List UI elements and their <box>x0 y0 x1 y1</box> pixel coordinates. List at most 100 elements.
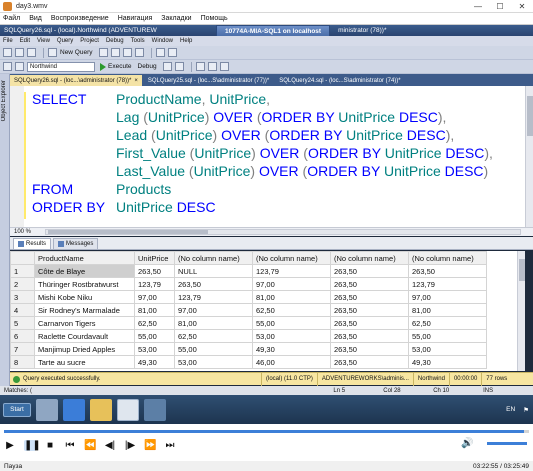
step-forward-icon[interactable]: |▶ <box>124 440 136 451</box>
next-icon[interactable]: ⏭ <box>164 440 176 451</box>
table-cell[interactable]: 53,00 <box>174 355 253 369</box>
powershell-icon[interactable] <box>63 398 85 421</box>
new-project-icon[interactable] <box>3 48 12 57</box>
table-cell[interactable]: 81,00 <box>408 303 487 317</box>
change-connection-icon[interactable] <box>15 62 24 71</box>
table-cell[interactable]: 55,00 <box>408 329 487 343</box>
ssms-menu-help[interactable]: Help <box>180 38 192 44</box>
table-cell[interactable]: Manjimup Dried Apples <box>34 342 135 356</box>
language-indicator[interactable]: EN <box>506 406 515 413</box>
save-icon[interactable] <box>27 48 36 57</box>
pause-icon[interactable]: ❚❚ <box>24 439 41 451</box>
table-cell[interactable]: 123,79 <box>252 264 331 278</box>
table-cell[interactable]: 49,30 <box>252 342 331 356</box>
ssms-menu-debug[interactable]: Debug <box>106 38 124 44</box>
table-cell[interactable]: 53,00 <box>134 342 175 356</box>
table-cell[interactable]: 46,00 <box>252 355 331 369</box>
table-cell[interactable]: 97,00 <box>174 303 253 317</box>
ssms-menu-project[interactable]: Project <box>80 38 99 44</box>
table-row[interactable]: 1 Côte de Blaye 263,50 NULL 123,79 263,50 263,… <box>10 264 487 278</box>
menu-view[interactable]: Вид <box>29 15 42 22</box>
db-engine-query-icon[interactable] <box>98 48 108 57</box>
start-button[interactable]: Start <box>3 402 31 417</box>
flag-icon[interactable]: ⚑ <box>523 406 529 414</box>
table-cell[interactable]: 263,50 <box>330 355 409 369</box>
table-cell[interactable]: 263,50 <box>330 264 409 278</box>
column-header[interactable]: ProductName <box>34 251 135 265</box>
table-cell[interactable]: 263,50 <box>330 277 409 291</box>
row-number[interactable]: 4 <box>10 303 35 317</box>
table-row[interactable]: 3 Mishi Kobe Niku 97,00 123,79 81,00 263,50 97… <box>10 290 487 304</box>
results-grid[interactable]: ProductName UnitPrice (No column name) (No … <box>10 251 517 371</box>
editor-vertical-scrollbar[interactable] <box>525 86 533 227</box>
column-header[interactable] <box>10 251 35 265</box>
editor-horizontal-scrollbar[interactable] <box>45 229 521 235</box>
column-header[interactable]: UnitPrice <box>134 251 175 265</box>
table-cell[interactable]: 62,50 <box>252 303 331 317</box>
copy-icon[interactable] <box>122 48 132 57</box>
table-cell[interactable]: 62,50 <box>134 316 175 330</box>
remote-desktop-icon[interactable] <box>144 398 166 421</box>
table-row[interactable]: 8 Tarte au sucre 49,30 53,00 46,00 263,50 49,3… <box>10 355 487 369</box>
execute-button[interactable]: Execute <box>108 63 132 70</box>
close-tab-icon[interactable]: × <box>134 78 138 84</box>
row-number[interactable]: 5 <box>10 316 35 330</box>
row-number[interactable]: 7 <box>10 342 35 356</box>
scrollbar-thumb[interactable] <box>48 230 209 234</box>
stop-icon[interactable]: ■ <box>44 440 56 451</box>
connect-icon[interactable] <box>3 62 12 71</box>
table-cell[interactable]: 49,30 <box>134 355 175 369</box>
row-number[interactable]: 6 <box>10 329 35 343</box>
table-cell[interactable]: 62,50 <box>174 329 253 343</box>
table-row[interactable]: 5 Carnarvon Tigers 62,50 81,00 55,00 263,50 62… <box>10 316 487 330</box>
previous-icon[interactable]: ⏮ <box>64 440 76 451</box>
table-cell[interactable]: NULL <box>174 264 253 278</box>
step-back-icon[interactable]: ◀| <box>104 440 116 451</box>
paste-icon[interactable] <box>134 48 144 57</box>
table-cell[interactable]: Tarte au sucre <box>34 355 135 369</box>
scrollbar-thumb[interactable] <box>519 259 525 281</box>
column-header[interactable]: (No column name) <box>408 251 487 265</box>
table-cell[interactable]: 97,00 <box>252 277 331 291</box>
scrollbar-thumb[interactable] <box>527 96 533 136</box>
table-cell[interactable]: 263,50 <box>174 277 253 291</box>
analysis-query-icon[interactable] <box>110 48 120 57</box>
doc-tab-sqlquery26[interactable]: SQLQuery26.sql - (loc...\administrator (… <box>10 75 142 86</box>
table-cell[interactable]: Thüringer Rostbratwurst <box>34 277 135 291</box>
play-icon[interactable]: ▶ <box>4 440 16 451</box>
table-cell[interactable]: 263,50 <box>408 264 487 278</box>
redo-icon[interactable] <box>167 48 177 57</box>
ssms-menu-tools[interactable]: Tools <box>131 38 145 44</box>
close-icon[interactable]: ✕ <box>511 2 533 11</box>
table-cell[interactable]: 49,30 <box>408 355 487 369</box>
table-cell[interactable]: 263,50 <box>330 329 409 343</box>
rewind-icon[interactable]: ⏪ <box>84 440 96 451</box>
table-cell[interactable]: 263,50 <box>330 290 409 304</box>
ssms-menu-window[interactable]: Window <box>152 38 173 44</box>
row-number[interactable]: 2 <box>10 277 35 291</box>
ssms-icon[interactable] <box>117 398 139 421</box>
row-number[interactable]: 1 <box>10 264 35 278</box>
tab-messages[interactable]: Messages <box>53 238 99 249</box>
volume-slider[interactable] <box>487 442 527 445</box>
table-cell[interactable]: Sir Rodney's Marmalade <box>34 303 135 317</box>
row-number[interactable]: 3 <box>10 290 35 304</box>
table-row[interactable]: 2 Thüringer Rostbratwurst 123,79 263,50 97,0… <box>10 277 487 291</box>
table-cell[interactable]: 81,00 <box>174 316 253 330</box>
indent-icon[interactable] <box>219 62 229 71</box>
table-cell[interactable]: Raclette Courdavault <box>34 329 135 343</box>
menu-navigation[interactable]: Навигация <box>118 15 153 22</box>
query-editor[interactable]: SELECT ProductName, UnitPrice, Lag (UnitPr… <box>10 86 525 227</box>
table-cell[interactable]: Carnarvon Tigers <box>34 316 135 330</box>
object-explorer-strip[interactable]: Object Explorer <box>0 74 10 394</box>
parse-icon[interactable] <box>174 62 184 71</box>
table-cell[interactable]: 81,00 <box>252 290 331 304</box>
ssms-menu-file[interactable]: File <box>3 38 13 44</box>
table-cell[interactable]: 55,00 <box>134 329 175 343</box>
table-cell[interactable]: 97,00 <box>408 290 487 304</box>
table-cell[interactable]: 123,79 <box>174 290 253 304</box>
table-cell[interactable]: 263,50 <box>330 316 409 330</box>
table-cell[interactable]: 55,00 <box>174 342 253 356</box>
new-query-button[interactable]: New Query <box>60 49 93 56</box>
table-row[interactable]: 6 Raclette Courdavault 55,00 62,50 53,00 263,… <box>10 329 487 343</box>
